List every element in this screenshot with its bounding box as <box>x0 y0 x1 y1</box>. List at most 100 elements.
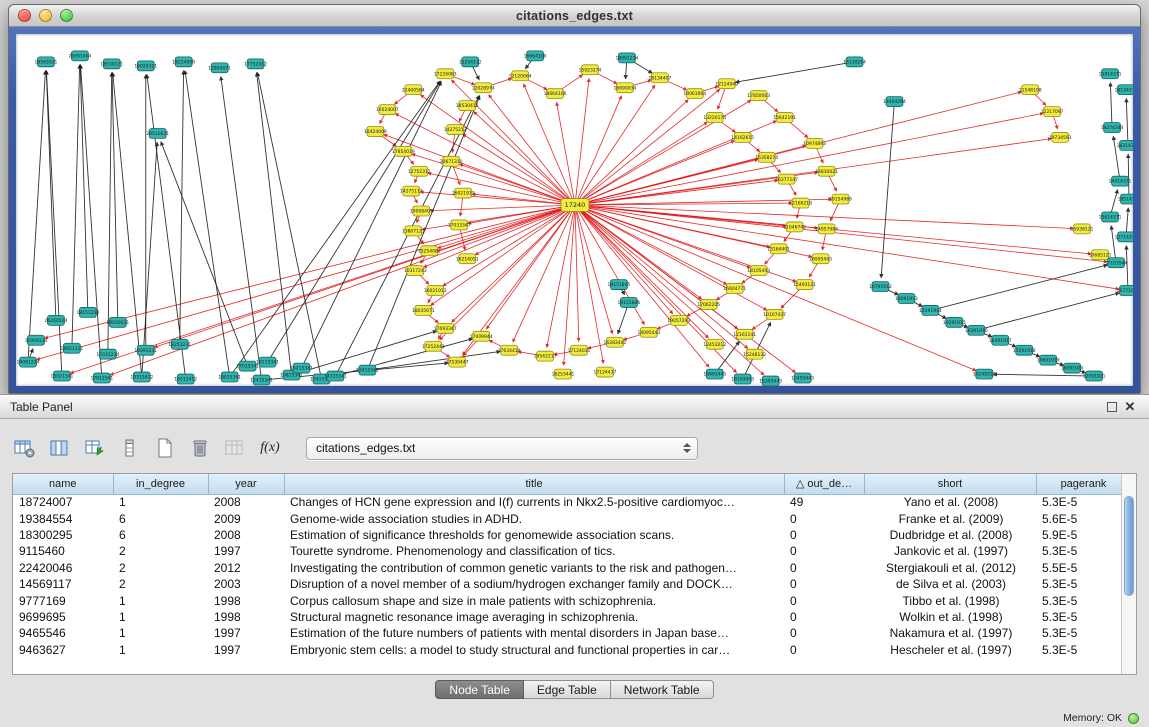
single-column-icon[interactable] <box>117 435 143 461</box>
network-node[interactable]: 10107437 <box>763 309 786 319</box>
network-node[interactable]: 12091921 <box>1083 371 1106 381</box>
table-options-icon[interactable] <box>12 435 38 461</box>
column-header-out_degree[interactable]: △ out_de… <box>784 474 864 494</box>
table-selector-dropdown[interactable]: citations_edges.txt <box>306 437 698 460</box>
network-node[interactable]: 18105493 <box>747 266 770 276</box>
network-node[interactable]: 16314371 <box>1117 140 1133 150</box>
network-node[interactable]: 18130214 <box>843 57 866 67</box>
network-node[interactable]: 17226063 <box>434 69 457 79</box>
network-node[interactable]: 16283441 <box>604 337 627 347</box>
network-node[interactable]: 18035671 <box>412 305 435 315</box>
network-node[interactable]: 20260504 <box>45 315 68 325</box>
network-node[interactable]: 12124049 <box>715 79 738 89</box>
table-scrollbar[interactable] <box>1121 474 1136 674</box>
network-node[interactable]: 19098407 <box>410 206 433 216</box>
network-node[interactable]: 19154969 <box>829 194 852 204</box>
table-row[interactable]: 946554611997Estimation of the future num… <box>13 625 1131 641</box>
network-node[interactable]: 19291915 <box>943 317 966 327</box>
table-row[interactable]: 1830029562008Estimation of significance … <box>13 527 1131 543</box>
network-node[interactable]: 17854019 <box>392 146 415 156</box>
network-node[interactable]: 10974893 <box>803 138 826 148</box>
network-node[interactable]: 12028974 <box>472 83 495 93</box>
network-node[interactable]: 15021341 <box>51 371 74 381</box>
network-node[interactable]: 20671310 <box>440 156 463 166</box>
network-node[interactable]: 12166218 <box>789 198 812 208</box>
table-row[interactable]: 977716911998Corpus callosum shape and si… <box>13 592 1131 608</box>
network-node[interactable]: 19061904 <box>683 89 706 99</box>
network-node[interactable]: 14275212 <box>444 124 467 134</box>
network-node[interactable]: 17634419 <box>498 345 521 355</box>
network-node[interactable]: 12217097 <box>1041 107 1064 117</box>
column-header-in_degree[interactable]: in_degree <box>113 474 208 494</box>
network-node[interactable]: 16391916 <box>965 325 988 335</box>
network-node[interactable]: 15358274 <box>755 152 778 162</box>
network-node[interactable]: 16690034 <box>614 83 637 93</box>
network-node[interactable]: 19313412 <box>130 372 153 382</box>
network-node[interactable]: 18091234 <box>616 53 639 63</box>
network-node[interactable]: 12120064 <box>509 71 532 81</box>
table-row[interactable]: 1872400712008Changes of HCN gene express… <box>13 494 1131 510</box>
column-header-name[interactable]: name <box>13 474 113 494</box>
network-node[interactable]: 19734593 <box>1049 132 1072 142</box>
network-node[interactable]: 16993443 <box>703 369 726 379</box>
network-node[interactable]: 17850063 <box>747 91 770 101</box>
network-node[interactable]: 17240 <box>561 199 589 212</box>
network-node[interactable]: 19542217 <box>534 351 557 361</box>
network-node[interactable]: 16214051 <box>456 254 479 264</box>
network-node[interactable]: 17530447 <box>446 357 469 367</box>
network-node[interactable]: 20091404 <box>68 51 91 61</box>
network-node[interactable]: 18563021 <box>35 57 58 67</box>
delete-column-disabled-icon[interactable] <box>222 435 248 461</box>
network-node[interactable]: 15191914 <box>919 305 942 315</box>
network-node[interactable]: 18530121 <box>100 59 123 69</box>
network-node[interactable]: 16091920 <box>1061 363 1084 373</box>
network-node[interactable]: 10317243 <box>404 266 427 276</box>
network-canvas[interactable]: 1724022400584160240071842400917854019127… <box>16 34 1133 386</box>
network-node[interactable]: 12161141 <box>733 329 756 339</box>
new-table-icon[interactable] <box>152 435 178 461</box>
minimize-window-icon[interactable] <box>39 9 52 22</box>
network-node[interactable]: 18530412 <box>456 101 479 111</box>
network-node[interactable]: 18115341 <box>256 357 279 367</box>
network-node[interactable]: 20510631 <box>146 128 169 138</box>
network-node[interactable]: 18091913 <box>895 294 918 304</box>
network-node[interactable]: 17752312 <box>244 59 267 69</box>
network-node[interactable]: 19464294 <box>883 97 906 107</box>
network-node[interactable]: 19691919 <box>1037 355 1060 365</box>
tab-node-table[interactable]: Node Table <box>435 680 524 699</box>
column-header-year[interactable]: year <box>208 474 284 494</box>
network-node[interactable]: 14081234 <box>17 357 40 367</box>
network-node[interactable]: 15591918 <box>1013 345 1036 355</box>
window-titlebar[interactable]: citations_edges.txt <box>9 5 1140 27</box>
network-node[interactable]: 17124437 <box>594 367 617 377</box>
network-node[interactable]: 16091231 <box>134 345 157 355</box>
table-row[interactable]: 2242004622012Investigating the contribut… <box>13 560 1131 576</box>
network-node[interactable]: 19057293 <box>667 315 690 325</box>
network-node[interactable]: 17103544 <box>1105 258 1128 268</box>
network-node[interactable]: 15909134 <box>25 335 48 345</box>
network-node[interactable]: 16791912 <box>869 282 892 292</box>
network-node[interactable]: 18491917 <box>989 335 1012 345</box>
network-node[interactable]: 18134371 <box>1115 85 1133 95</box>
network-node[interactable]: 18514371 <box>1118 194 1133 204</box>
network-node[interactable]: 12453212 <box>703 339 726 349</box>
network-node[interactable]: 15254082 <box>418 246 441 256</box>
network-node[interactable]: 18134407 <box>648 73 671 83</box>
network-node[interactable]: 13807121 <box>402 226 425 236</box>
network-node[interactable]: 16664109 <box>524 51 547 61</box>
network-node[interactable]: 17009944 <box>470 331 493 341</box>
network-node[interactable]: 15614371 <box>1099 212 1122 222</box>
network-node[interactable]: 18915341 <box>218 372 241 382</box>
delete-table-icon[interactable] <box>187 435 213 461</box>
network-node[interactable]: 16253441 <box>552 369 575 379</box>
network-node[interactable]: 12854071 <box>208 63 231 73</box>
network-node[interactable]: 19020031 <box>106 317 129 327</box>
network-node[interactable]: 17033347 <box>448 220 471 230</box>
close-panel-icon[interactable]: ✕ <box>1121 399 1139 415</box>
import-table-icon[interactable] <box>82 435 108 461</box>
network-node[interactable]: 16024007 <box>376 105 399 115</box>
network-node[interactable]: 19151845 <box>608 280 631 290</box>
network-node[interactable]: 11548108 <box>1019 85 1042 95</box>
network-node[interactable]: 18424009 <box>364 126 387 136</box>
network-node[interactable]: 16995443 <box>809 254 832 264</box>
